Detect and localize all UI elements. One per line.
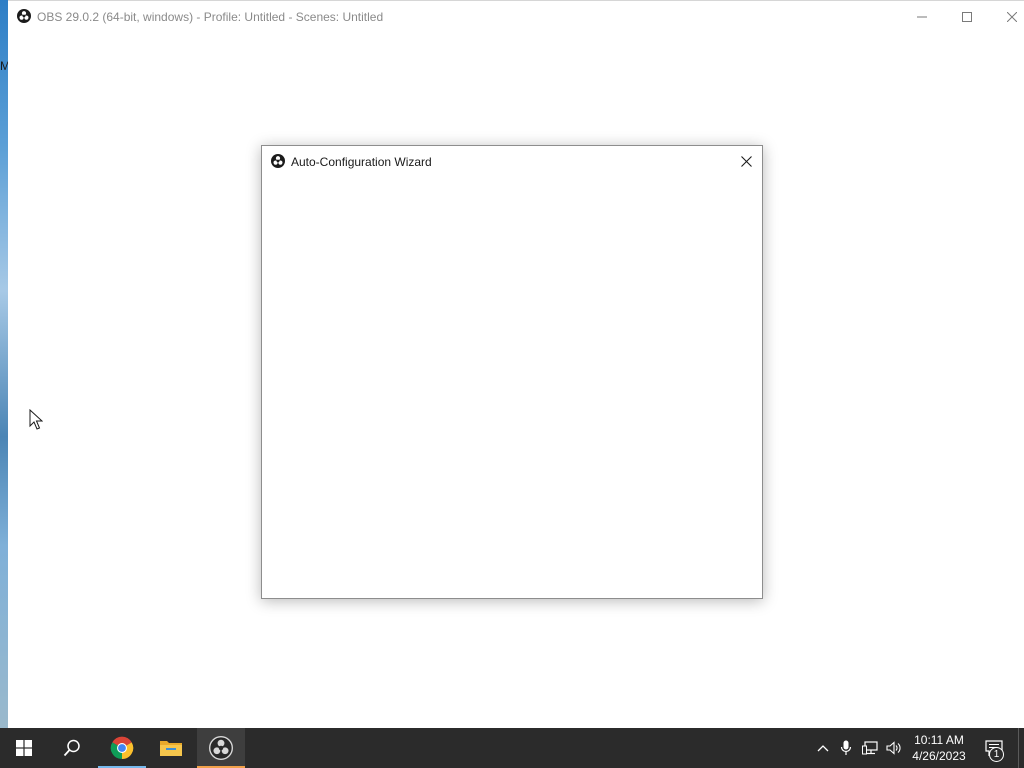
microphone-tray-button[interactable]: [834, 728, 858, 768]
clock-date: 4/26/2023: [912, 749, 966, 763]
obs-logo-icon: [209, 736, 233, 760]
dialog-title: Auto-Configuration Wizard: [291, 155, 432, 169]
search-button[interactable]: [48, 728, 96, 768]
show-hidden-icons-button[interactable]: [811, 728, 835, 768]
folder-icon: [160, 741, 182, 756]
show-desktop-button[interactable]: [1018, 728, 1024, 768]
taskbar: 10:11 AM 4/26/2023 1: [0, 728, 1024, 768]
taskbar-file-explorer[interactable]: [147, 728, 195, 768]
clock-time: 10:11 AM: [914, 733, 964, 747]
microphone-icon: [840, 740, 852, 755]
taskbar-chrome[interactable]: [98, 728, 146, 768]
obs-logo-icon: [17, 9, 31, 23]
network-icon: [862, 741, 878, 755]
minimize-button[interactable]: [899, 1, 945, 32]
obs-logo-icon: [271, 154, 285, 168]
taskbar-clock[interactable]: 10:11 AM 4/26/2023: [906, 732, 972, 764]
close-button[interactable]: [989, 1, 1024, 32]
dialog-content-area: [262, 177, 762, 598]
mouse-pointer-icon: [29, 409, 43, 430]
desktop-background: [0, 0, 8, 728]
chevron-up-icon: [817, 745, 829, 752]
close-icon: [740, 155, 752, 167]
taskbar-obs-studio[interactable]: [197, 728, 245, 768]
dialog-close-button[interactable]: [730, 146, 762, 176]
volume-tray-button[interactable]: [882, 728, 906, 768]
window-title: OBS 29.0.2 (64-bit, windows) - Profile: …: [37, 10, 384, 24]
maximize-icon: [962, 11, 972, 22]
search-icon: [63, 739, 80, 757]
notification-count-badge: 1: [989, 747, 1004, 762]
windows-start-icon: [16, 740, 32, 756]
chrome-icon: [110, 736, 134, 760]
network-tray-button[interactable]: [858, 728, 882, 768]
maximize-button[interactable]: [944, 1, 990, 32]
minimize-icon: [917, 16, 927, 17]
volume-icon: [886, 741, 901, 755]
auto-configuration-wizard-dialog: Auto-Configuration Wizard: [261, 145, 763, 599]
close-icon: [1007, 11, 1017, 22]
start-button[interactable]: [0, 728, 48, 768]
main-titlebar[interactable]: OBS 29.0.2 (64-bit, windows) - Profile: …: [8, 1, 1024, 32]
